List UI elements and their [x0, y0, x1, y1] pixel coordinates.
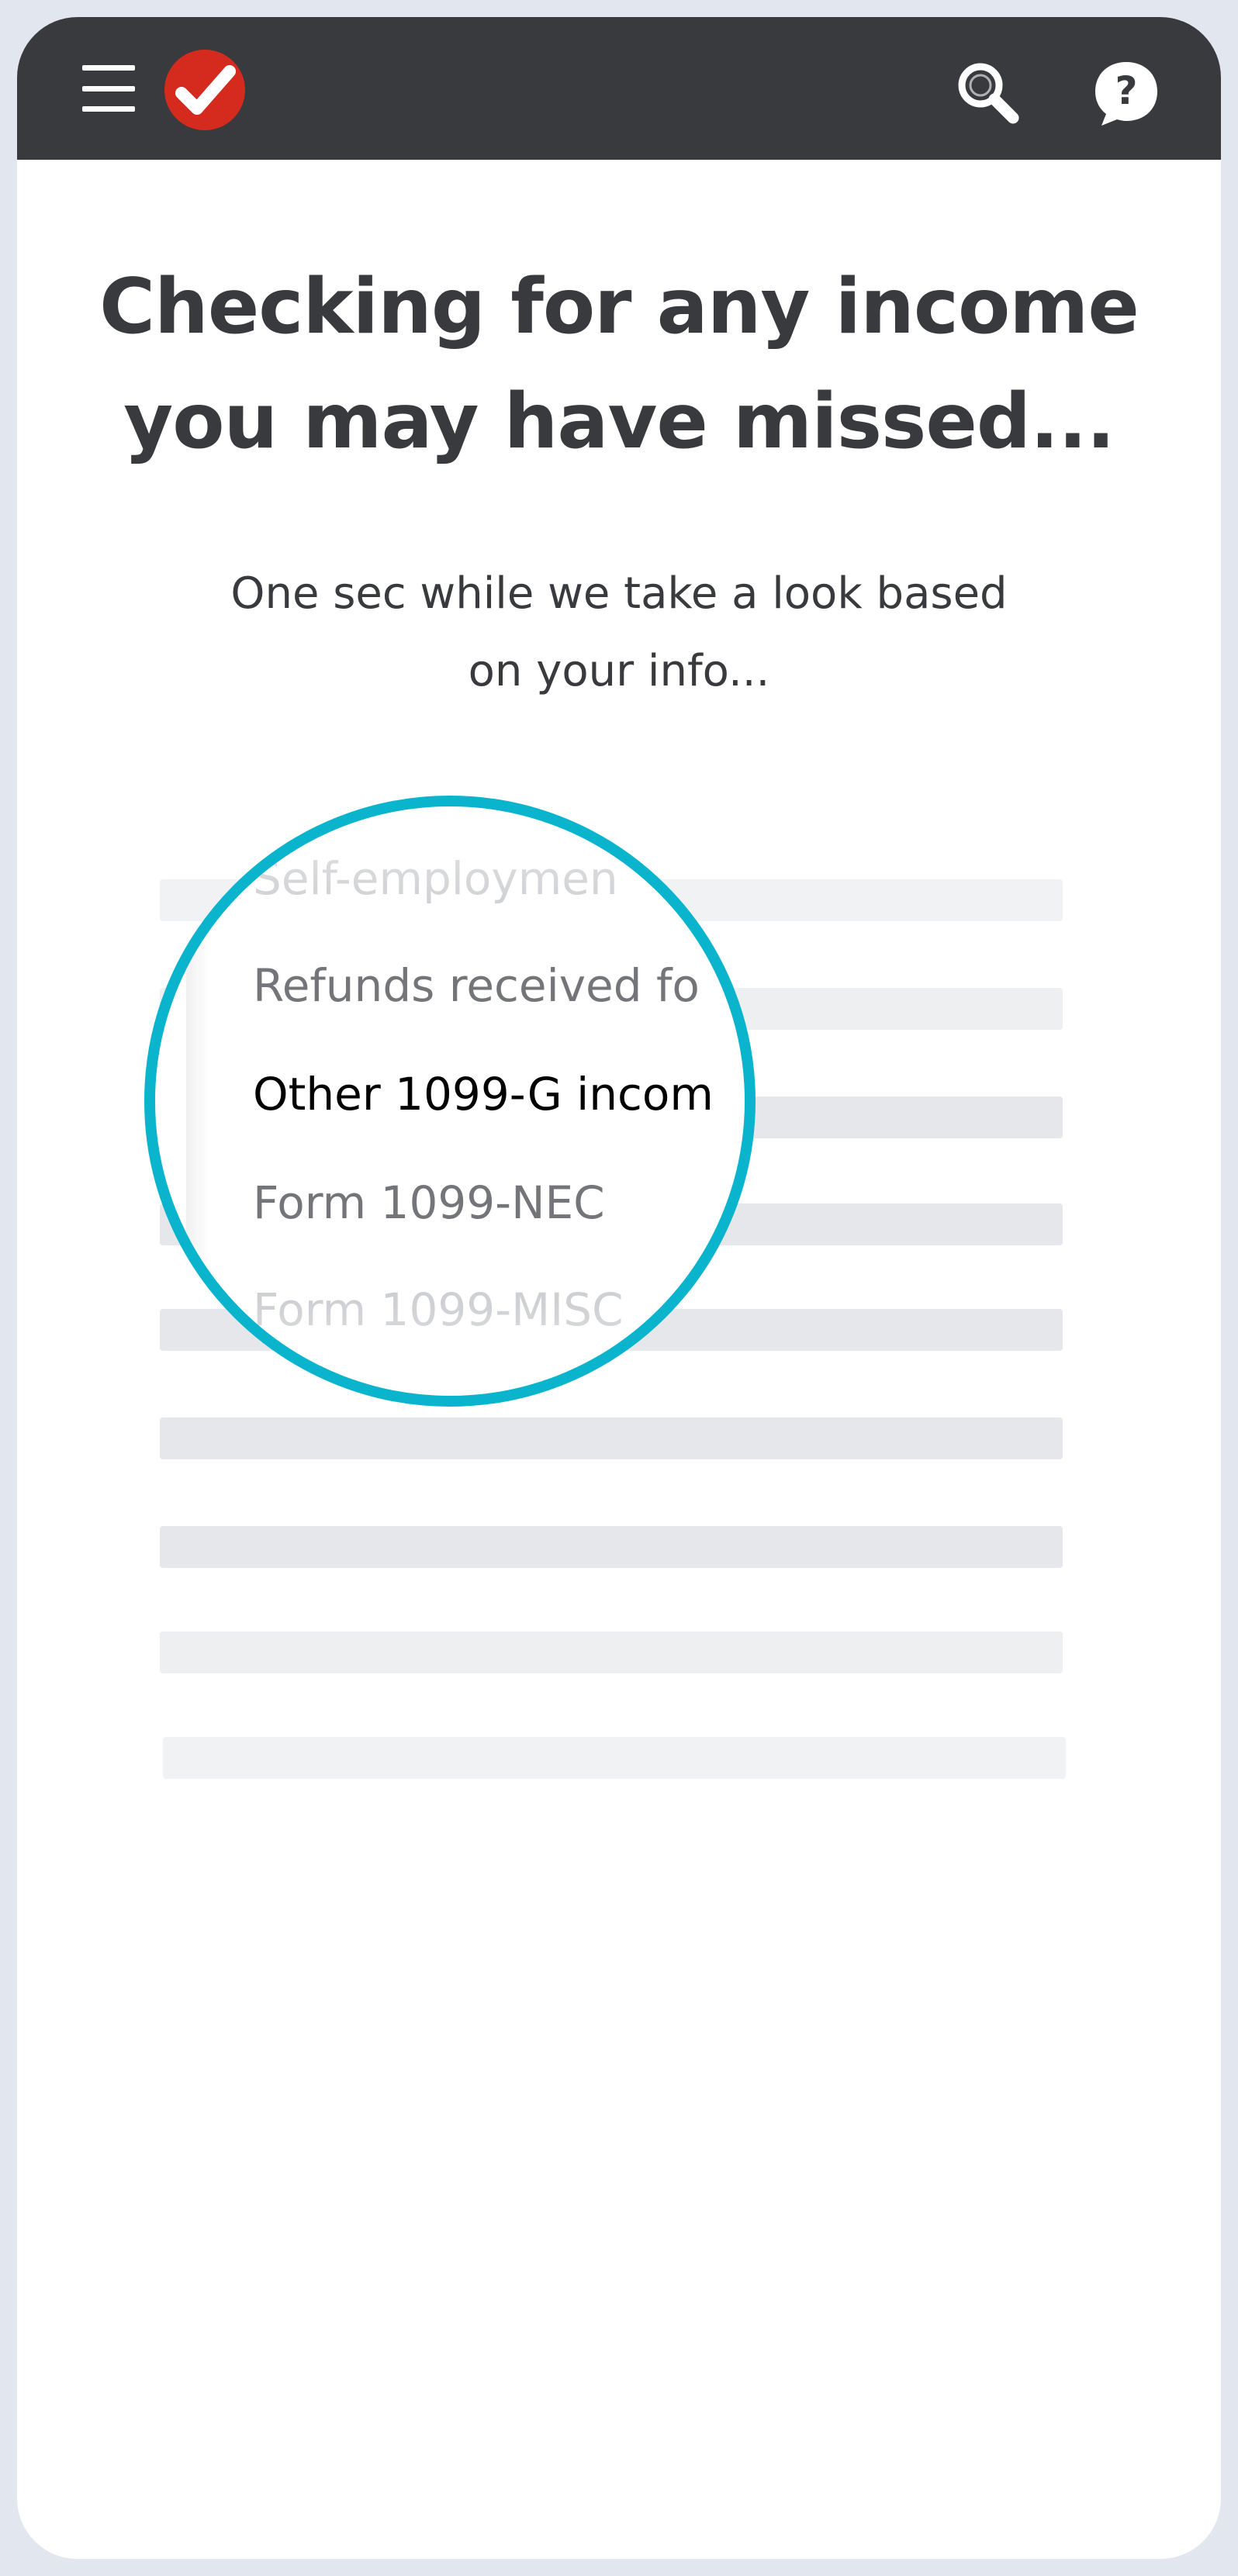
magnified-list: Self-employmen Refunds received fo Other… — [155, 806, 745, 1396]
search-glyph — [958, 63, 1019, 124]
search-icon[interactable] — [951, 56, 1025, 130]
help-question-icon[interactable]: ? — [1089, 56, 1164, 130]
app-screen: ? Checking for any income you may have m… — [17, 17, 1221, 2559]
list-item: Form 1099-MISC — [253, 1283, 624, 1336]
menu-line — [82, 85, 135, 92]
list-panel-edge — [186, 806, 209, 1396]
list-item-highlighted: Other 1099-G incom — [253, 1068, 714, 1121]
skeleton-bar — [160, 1632, 1063, 1673]
svg-text:?: ? — [1115, 68, 1137, 113]
list-item: Self-employmen — [253, 852, 618, 905]
page-title: Checking for any income you may have mis… — [64, 250, 1174, 479]
magnifier-lens: Self-employmen Refunds received fo Other… — [144, 796, 756, 1407]
skeleton-bar — [160, 1526, 1063, 1568]
subtitle-line: One sec while we take a look based — [230, 568, 1008, 619]
page-subtitle: One sec while we take a look based on yo… — [188, 555, 1050, 710]
skeleton-bar — [163, 1737, 1066, 1779]
page-title-line: you may have missed... — [123, 378, 1115, 466]
list-item: Form 1099-NEC — [253, 1176, 605, 1229]
menu-line — [82, 106, 135, 112]
top-navigation-bar: ? — [17, 17, 1221, 160]
list-item: Refunds received fo — [253, 959, 700, 1012]
turbotax-logo-icon[interactable] — [164, 50, 245, 130]
page-title-line: Checking for any income — [99, 263, 1139, 351]
device-frame: ? Checking for any income you may have m… — [0, 0, 1238, 2576]
skeleton-bar — [160, 1417, 1063, 1459]
question-bubble-glyph: ? — [1095, 62, 1157, 126]
subtitle-line: on your info... — [468, 646, 770, 696]
menu-line — [82, 65, 135, 71]
checkmark-icon — [175, 65, 236, 115]
hamburger-menu-icon[interactable] — [82, 60, 138, 116]
